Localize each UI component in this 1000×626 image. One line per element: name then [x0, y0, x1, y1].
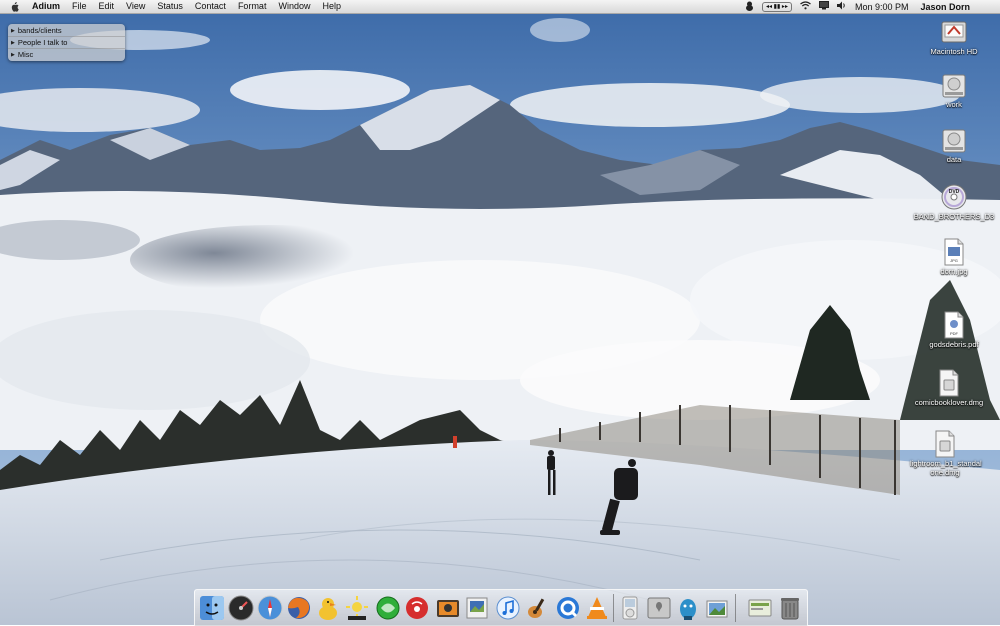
desktop-icon-work[interactable]: work — [909, 73, 999, 109]
menu-clock[interactable]: Mon 9:00 PM — [855, 2, 909, 12]
ipod-icon[interactable] — [617, 595, 643, 621]
garageband-icon[interactable] — [524, 595, 550, 621]
dvd-icon: DVD — [941, 184, 967, 210]
contact-group-label: bands/clients — [17, 26, 62, 35]
disclosure-triangle-icon[interactable]: ▶ — [11, 52, 15, 58]
firefox-icon[interactable] — [286, 595, 312, 621]
hard-drive-icon — [941, 21, 967, 43]
dock-separator — [613, 594, 614, 622]
disk-image-icon — [935, 430, 955, 458]
terminal-icon[interactable] — [747, 595, 773, 621]
menu-extras: ◂◂ ▮▮ ▸▸ Mon 9:00 PM Jason Dorn — [745, 0, 1000, 13]
photo-viewer-icon[interactable] — [704, 595, 730, 621]
disclosure-triangle-icon[interactable]: ▶ — [11, 28, 15, 34]
dashboard-icon[interactable] — [228, 595, 254, 621]
contact-group-label: Misc — [17, 50, 34, 59]
finder-icon[interactable] — [199, 595, 225, 621]
contact-group-label: People I talk to — [17, 38, 68, 47]
media-controls-icon[interactable]: ◂◂ ▮▮ ▸▸ — [761, 1, 792, 12]
safari-icon[interactable] — [257, 595, 283, 621]
menu-bar: Adium File Edit View Status Contact Form… — [0, 0, 1000, 14]
menu-contact[interactable]: Contact — [195, 0, 226, 13]
dock-separator — [735, 594, 736, 622]
itunes-radio-icon[interactable] — [404, 595, 430, 621]
svg-text:JPG: JPG — [950, 258, 958, 263]
itunes-icon[interactable] — [495, 595, 521, 621]
system-preferences-icon[interactable] — [646, 595, 672, 621]
contact-group-misc[interactable]: ▶ Misc — [8, 49, 125, 60]
quicktime-icon[interactable] — [555, 595, 581, 621]
svg-text:DVD: DVD — [949, 189, 960, 195]
menu-file[interactable]: File — [72, 0, 87, 13]
desktop-icon-comicbooklover-dmg[interactable]: comicbooklover.dmg — [904, 369, 994, 407]
preview-icon[interactable] — [464, 595, 490, 621]
desktop-icon-label: data — [946, 155, 962, 164]
trash-icon[interactable] — [777, 595, 803, 621]
menu-app-name[interactable]: Adium — [32, 0, 60, 13]
nvu-icon[interactable] — [375, 595, 401, 621]
menu-help[interactable]: Help — [322, 0, 341, 13]
apple-menu-icon[interactable] — [10, 1, 20, 12]
dock — [194, 589, 808, 626]
vlc-icon[interactable] — [584, 595, 610, 621]
quark-icon[interactable] — [344, 595, 370, 621]
svg-text:PDF: PDF — [950, 331, 959, 336]
disk-image-icon — [939, 369, 959, 397]
adium-icon[interactable] — [315, 595, 341, 621]
desktop-icon-macintosh-hd[interactable]: Macintosh HD — [909, 18, 999, 56]
desktop-icon-label: lightroom_b1_standal one.dmg — [910, 459, 982, 477]
menu-edit[interactable]: Edit — [99, 0, 115, 13]
hard-drive-icon — [942, 129, 966, 153]
transmit-icon[interactable] — [675, 595, 701, 621]
desktop-icon-band-brothers[interactable]: DVD BAND_BROTHERS_D3 — [909, 183, 999, 221]
contact-group-bands-clients[interactable]: ▶ bands/clients — [8, 25, 125, 37]
desktop-icon-label: BAND_BROTHERS_D3 — [913, 212, 995, 221]
contact-group-people[interactable]: ▶ People I talk to — [8, 37, 125, 49]
desktop-icon-dorn-jpg[interactable]: JPG dorn.jpg — [909, 238, 999, 276]
menu-user[interactable]: Jason Dorn — [920, 2, 970, 12]
hard-drive-icon — [942, 74, 966, 98]
wifi-icon[interactable] — [800, 1, 811, 12]
adium-duck-icon[interactable] — [745, 1, 754, 13]
desktop-icon-label: work — [946, 100, 962, 109]
pdf-file-icon: PDF — [944, 311, 964, 339]
desktop-icon-label: comicbooklover.dmg — [914, 398, 984, 407]
desktop-icon-godsdebris-pdf[interactable]: PDF godsdebris.pdf — [909, 311, 999, 349]
desktop-wallpaper — [0, 0, 1000, 625]
desktop-icon-label: godsdebris.pdf — [929, 340, 979, 349]
adium-contact-list: ▶ bands/clients ▶ People I talk to ▶ Mis… — [8, 24, 125, 61]
menu-window[interactable]: Window — [278, 0, 310, 13]
display-icon[interactable] — [818, 1, 829, 12]
photo-booth-icon[interactable] — [435, 595, 461, 621]
menu-format[interactable]: Format — [238, 0, 267, 13]
desktop-icon-data[interactable]: data — [909, 128, 999, 164]
desktop-icon-label: dorn.jpg — [940, 267, 968, 276]
jpg-file-icon: JPG — [944, 238, 964, 266]
desktop-icon-label: Macintosh HD — [930, 47, 978, 56]
desktop-icon-lightroom-dmg[interactable]: lightroom_b1_standal one.dmg — [900, 430, 990, 477]
menu-status[interactable]: Status — [157, 0, 183, 13]
disclosure-triangle-icon[interactable]: ▶ — [11, 40, 15, 46]
menu-view[interactable]: View — [126, 0, 145, 13]
volume-icon[interactable] — [836, 1, 847, 12]
